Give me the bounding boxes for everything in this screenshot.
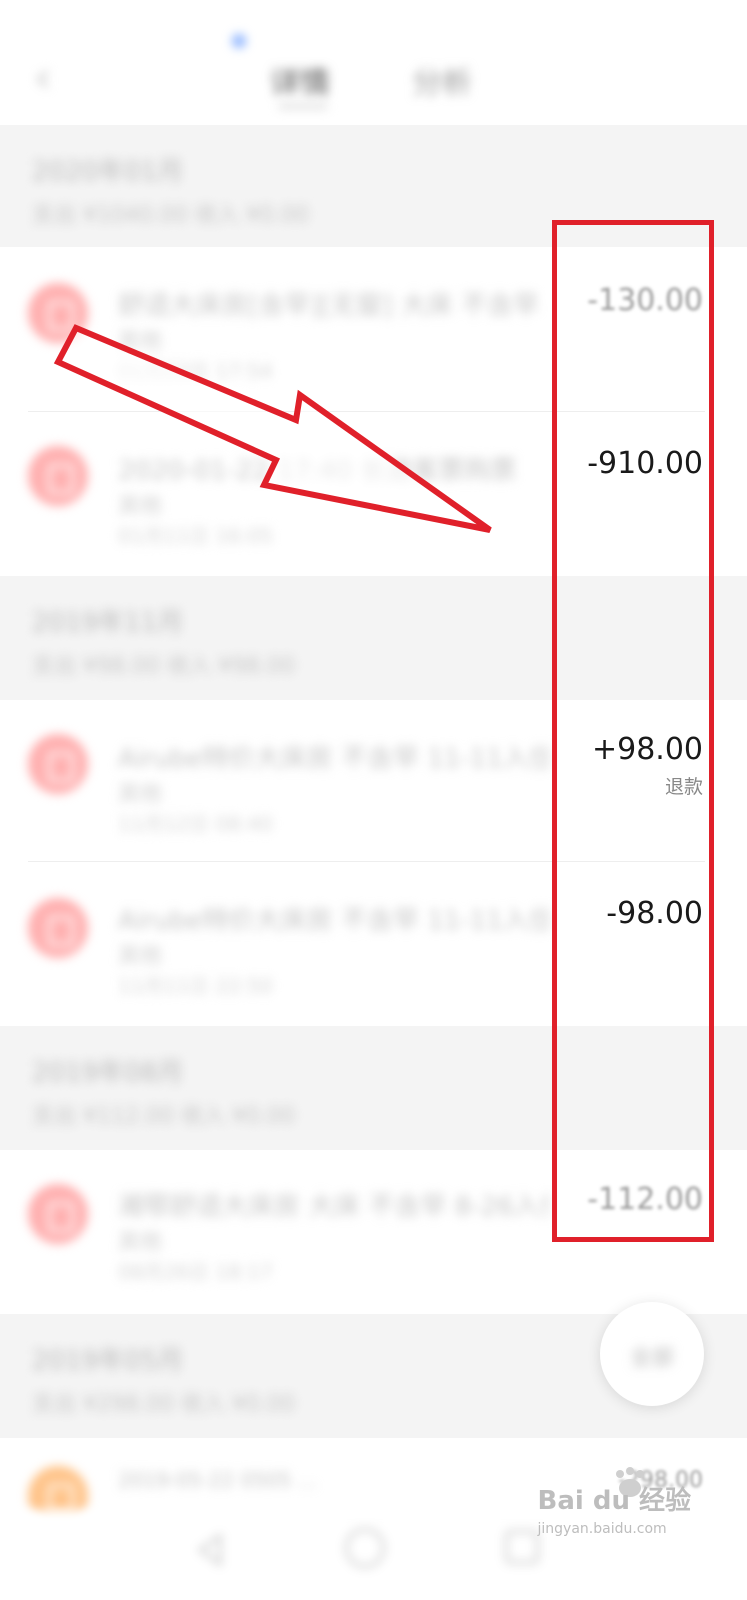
watermark-url: jingyan.baidu.com [537,1521,667,1537]
watermark-brand: Bai du 经验 [537,1486,692,1516]
arrow-annotation-icon [53,324,492,533]
watermark: Bai du 经验 jingyan.baidu.com [538,1480,692,1537]
